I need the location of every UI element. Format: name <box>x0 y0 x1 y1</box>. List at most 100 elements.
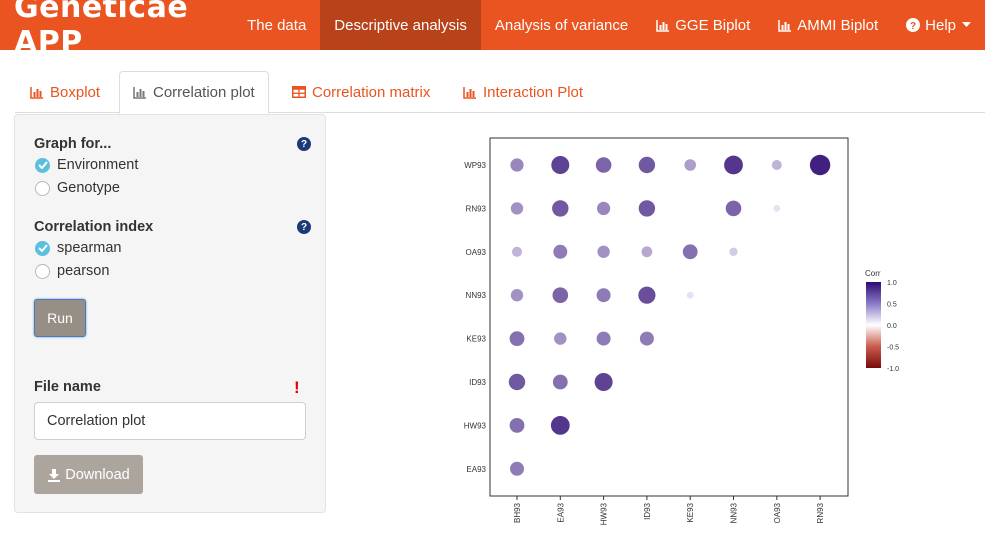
tab-interaction-plot-label: Interaction Plot <box>483 83 584 101</box>
tab-correlation-matrix-label: Correlation matrix <box>312 83 431 101</box>
correlation-plot: WP93 RN93 OA93 NN93 KE93 ID93 HW93 EA93 BH93 EA9… <box>450 130 910 530</box>
y-tick-label: RN93 <box>466 204 487 213</box>
bar-chart-icon <box>656 19 670 32</box>
x-tick-label: HW93 <box>600 502 609 525</box>
y-tick-label: EA93 <box>466 465 486 474</box>
nav-gge-biplot[interactable]: GGE Biplot <box>642 0 764 50</box>
correlation-dot <box>639 331 654 346</box>
radio-environment[interactable]: Environment <box>35 157 138 173</box>
bar-chart-icon <box>778 19 792 32</box>
x-tick-label: BH93 <box>513 502 522 523</box>
nav-analysis-of-variance[interactable]: Analysis of variance <box>481 0 642 50</box>
caret-down-icon <box>962 22 971 27</box>
file-name-input[interactable]: Correlation plot <box>34 402 306 440</box>
x-tick-label: EA93 <box>556 502 565 522</box>
correlation-dot <box>725 200 742 217</box>
correlation-dot <box>682 244 698 260</box>
correlation-dot <box>509 331 525 346</box>
legend-colorbar <box>866 282 881 368</box>
nav-the-data[interactable]: The data <box>233 0 320 50</box>
required-warning-icon: ! <box>294 378 300 397</box>
correlation-dot <box>509 418 525 433</box>
tab-interaction-plot[interactable]: Interaction Plot <box>463 71 583 113</box>
nav-ammi-biplot[interactable]: AMMI Biplot <box>764 0 892 50</box>
correlation-index-label: Correlation index <box>34 219 154 235</box>
bar-chart-icon <box>133 87 146 99</box>
nav-help-dropdown[interactable]: ? Help <box>892 0 985 50</box>
correlation-dot <box>809 154 831 176</box>
correlation-dot <box>686 291 694 299</box>
radio-spearman[interactable]: spearman <box>35 240 121 256</box>
tab-boxplot[interactable]: Boxplot <box>30 71 100 113</box>
correlation-dot <box>729 247 738 256</box>
tab-boxplot-label: Boxplot <box>50 83 101 101</box>
run-button[interactable]: Run <box>34 299 86 337</box>
check-icon[interactable] <box>35 240 50 256</box>
radio-circle-icon[interactable] <box>35 263 50 279</box>
sidebar-panel: Graph for... ? Environment Genotype Corr… <box>14 114 326 513</box>
table-icon <box>292 86 306 98</box>
tab-correlation-plot[interactable]: Correlation plot <box>119 71 269 114</box>
download-icon <box>48 468 61 482</box>
help-icon[interactable]: ? <box>297 137 311 151</box>
question-circle-icon: ? <box>906 18 921 32</box>
x-tick-label: KE93 <box>686 502 695 522</box>
bar-chart-icon <box>30 86 43 99</box>
correlation-dot <box>551 156 570 174</box>
correlation-dot <box>552 374 568 390</box>
correlation-dot <box>510 202 524 215</box>
app-brand[interactable]: Geneticae APP <box>0 0 233 60</box>
legend-tick-label: 0.0 <box>887 323 897 330</box>
bar-chart-icon <box>463 86 476 99</box>
radio-genotype[interactable]: Genotype <box>35 180 120 196</box>
correlation-dot <box>552 287 569 303</box>
y-tick-label: WP93 <box>464 161 486 170</box>
nav-ammi-biplot-label: AMMI Biplot <box>797 16 879 34</box>
correlation-dot <box>597 201 611 215</box>
x-tick-label: RN93 <box>816 502 825 523</box>
download-button[interactable]: Download <box>34 455 143 494</box>
correlation-dot <box>554 332 567 345</box>
radio-environment-label: Environment <box>57 157 139 173</box>
x-tick-label: NN93 <box>730 502 739 523</box>
correlation-dot <box>641 246 653 258</box>
correlation-dot <box>550 416 570 435</box>
navbar: Geneticae APP The data Descriptive analy… <box>0 0 985 60</box>
radio-pearson[interactable]: pearson <box>35 263 109 279</box>
check-icon[interactable] <box>35 157 50 173</box>
correlation-dot <box>552 200 569 217</box>
correlation-dot <box>773 205 781 212</box>
radio-circle-icon[interactable] <box>35 180 50 196</box>
y-tick-label: KE93 <box>466 335 486 344</box>
correlation-dot <box>596 331 611 346</box>
svg-text:?: ? <box>910 21 916 32</box>
correlation-dot <box>510 461 524 476</box>
correlation-dot <box>510 158 524 172</box>
graph-for-label: Graph for... <box>34 136 112 152</box>
tab-correlation-matrix[interactable]: Correlation matrix <box>292 71 430 113</box>
y-tick-label: NN93 <box>466 291 487 300</box>
plot-panel <box>489 137 849 497</box>
y-tick-label: ID93 <box>469 378 486 387</box>
radio-spearman-label: spearman <box>57 240 122 256</box>
correlation-dot <box>510 289 524 302</box>
nav-the-data-label: The data <box>247 16 307 34</box>
nav-gge-biplot-label: GGE Biplot <box>675 16 751 34</box>
correlation-dot <box>512 246 522 257</box>
correlation-dot <box>595 157 612 173</box>
correlation-dot <box>724 155 743 175</box>
y-tick-label: OA93 <box>466 248 487 257</box>
correlation-dot <box>771 160 782 170</box>
correlation-dot <box>638 286 656 304</box>
tab-bar: Boxplot Correlation plot Correlation mat… <box>15 71 985 114</box>
help-icon[interactable]: ? <box>297 220 311 234</box>
correlation-dot <box>684 159 696 171</box>
correlation-dot <box>594 373 613 391</box>
nav-descriptive-analysis[interactable]: Descriptive analysis <box>320 0 481 50</box>
correlation-dot <box>638 200 656 217</box>
correlation-dot <box>638 156 656 174</box>
nav-analysis-of-variance-label: Analysis of variance <box>494 16 629 34</box>
correlation-dot <box>508 373 526 391</box>
tab-correlation-plot-label: Correlation plot <box>153 84 255 101</box>
y-tick-label: HW93 <box>464 421 487 430</box>
